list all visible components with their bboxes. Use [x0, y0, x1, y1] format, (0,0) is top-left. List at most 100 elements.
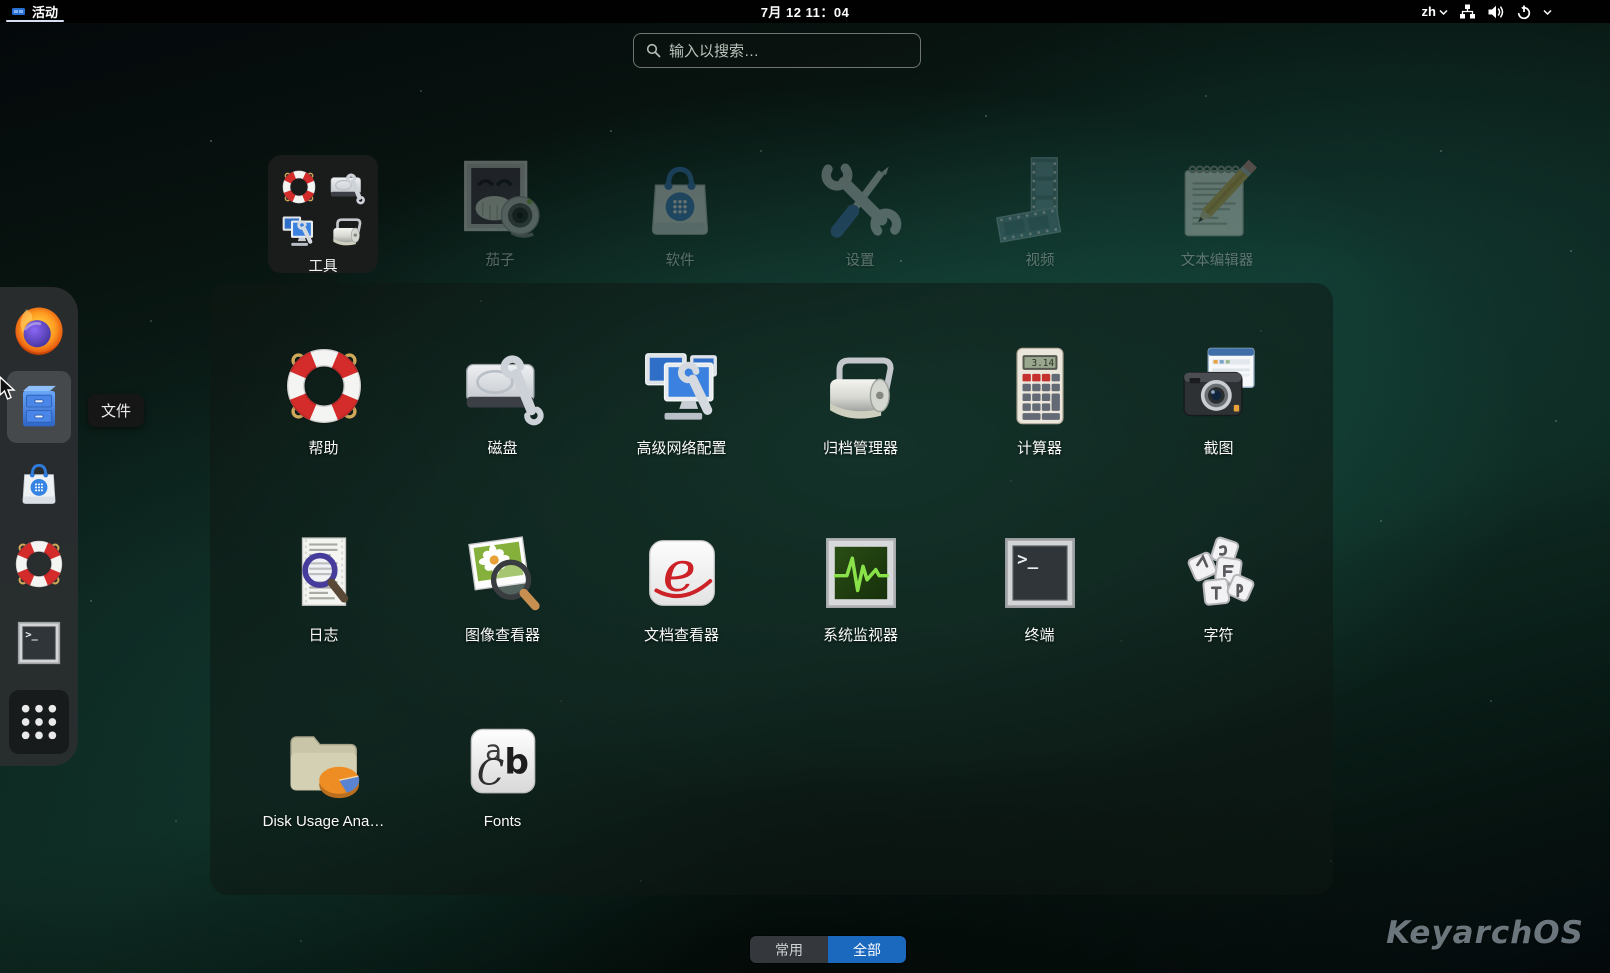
software-bag-icon	[651, 166, 709, 235]
activities-label: 活动	[32, 5, 59, 20]
heartbeat-monitor-icon	[825, 538, 896, 608]
show-apps-grid-icon	[21, 704, 57, 740]
app-disk-usage-analyzer[interactable]: Disk Usage Ana…	[234, 717, 413, 832]
app-label: 文本编辑器	[1180, 253, 1254, 269]
frequent-apps-button[interactable]: 常用	[750, 936, 828, 963]
app-label: 图像查看器	[464, 627, 540, 644]
files-cabinet-icon	[22, 385, 56, 427]
dock-show-apps[interactable]	[9, 690, 69, 754]
lifebuoy-icon	[282, 170, 316, 204]
lifebuoy-icon	[14, 539, 64, 589]
evince-e-icon: e	[648, 539, 715, 606]
app-label: 系统监视器	[822, 627, 898, 644]
lifebuoy-icon	[285, 347, 362, 425]
clock[interactable]: 7月 12 11：04	[761, 0, 850, 23]
app-label: 帮助	[308, 440, 339, 457]
app-archive-manager[interactable]: 归档管理器	[771, 343, 950, 458]
app-label: 高级网络配置	[636, 440, 727, 457]
app-disks[interactable]: 磁盘	[413, 343, 592, 458]
activities-active-indicator	[6, 20, 64, 22]
search-placeholder: 输入以搜索…	[669, 43, 760, 60]
power-icon[interactable]	[1516, 4, 1532, 20]
svg-text:>_: >_	[1017, 550, 1039, 570]
system-status-area: zh	[1422, 0, 1552, 23]
app-advanced-network-config[interactable]: 高级网络配置	[592, 343, 771, 458]
activities-button[interactable]: 活动	[4, 0, 66, 23]
folder-piechart-icon	[289, 736, 359, 799]
cheese-webcam-icon	[464, 160, 540, 238]
app-characters[interactable]: 字符	[1129, 530, 1308, 645]
app-label: Fonts	[483, 813, 522, 830]
search-icon	[646, 43, 661, 58]
app-software[interactable]: 软件	[610, 155, 750, 271]
svg-text:C: C	[476, 752, 503, 793]
app-label: 茄子	[485, 253, 515, 269]
app-label: 文档查看器	[643, 627, 719, 644]
app-logs[interactable]: 日志	[234, 530, 413, 645]
svg-text:>_: >_	[25, 629, 38, 641]
app-label: 设置	[845, 253, 875, 269]
app-label: 归档管理器	[822, 440, 898, 457]
folder-popup-panel: 帮助 磁盘 高级网络配置 归档管理器 3.14 计算器 截图 日志 图像查看器 …	[210, 271, 1333, 895]
dock-terminal[interactable]: >_	[13, 617, 65, 669]
app-fonts[interactable]: a b C Fonts	[413, 717, 592, 832]
archive-roller-icon	[333, 218, 362, 246]
dock-tooltip: 文件	[88, 394, 145, 427]
terminal-icon: >_	[1004, 538, 1075, 608]
input-method-label: zh	[1421, 4, 1436, 19]
input-method-menu[interactable]: zh	[1422, 4, 1448, 19]
app-label: 视频	[1025, 253, 1055, 269]
photo-magnifier-icon	[467, 536, 540, 611]
software-bag-icon	[22, 463, 56, 504]
desktop: 活动 7月 12 11：04 zh 输入以搜索… 工具 茄子 软件 设置 视频 …	[0, 0, 1610, 973]
dock-firefox[interactable]	[10, 302, 68, 360]
terminal-icon: >_	[17, 621, 61, 665]
app-text-editor[interactable]: 文本编辑器	[1147, 155, 1287, 271]
svg-text:3.14: 3.14	[1031, 358, 1054, 369]
app-label: 字符	[1203, 627, 1234, 644]
app-terminal[interactable]: >_ 终端	[950, 530, 1129, 645]
dash-dock: >_	[0, 287, 78, 766]
disk-wrench-icon	[330, 173, 365, 205]
network-monitors-icon	[282, 216, 313, 246]
app-view-switcher: 常用 全部	[750, 936, 906, 963]
keycaps-icon	[1187, 536, 1254, 606]
text-editor-notepad-icon	[1184, 159, 1258, 237]
camera-window-icon	[1182, 347, 1255, 417]
distro-logo-icon	[12, 8, 25, 15]
folder-label: 工具	[308, 259, 338, 275]
app-help[interactable]: 帮助	[234, 343, 413, 458]
app-calculator[interactable]: 3.14 计算器	[950, 343, 1129, 458]
app-label: 截图	[1203, 440, 1234, 457]
app-cheese[interactable]: 茄子	[430, 155, 570, 271]
app-document-viewer[interactable]: e 文档查看器	[592, 530, 771, 645]
folder-app-grid: 帮助 磁盘 高级网络配置 归档管理器 3.14 计算器 截图 日志 图像查看器 …	[210, 283, 1333, 832]
document-magnifier-icon	[301, 537, 348, 606]
all-apps-button[interactable]: 全部	[828, 936, 906, 963]
search-input[interactable]: 输入以搜索…	[633, 33, 921, 68]
mouse-cursor	[0, 376, 16, 400]
app-image-viewer[interactable]: 图像查看器	[413, 530, 592, 645]
calculator-icon: 3.14	[1015, 347, 1064, 425]
svg-text:b: b	[504, 742, 529, 782]
fonts-abc-icon: a b C	[470, 728, 535, 793]
app-label: 磁盘	[487, 440, 518, 457]
app-videos[interactable]: 视频	[970, 155, 1110, 271]
app-label: 软件	[665, 253, 695, 269]
app-label: 终端	[1024, 627, 1055, 644]
top-bar: 活动 7月 12 11：04 zh	[0, 0, 1610, 23]
app-label: Disk Usage Ana…	[262, 813, 385, 830]
dock-help[interactable]	[12, 537, 66, 591]
os-watermark: KeyarchOS	[1386, 915, 1584, 951]
volume-icon[interactable]	[1487, 4, 1505, 20]
dock-software[interactable]	[12, 457, 66, 511]
network-wired-icon[interactable]	[1459, 3, 1476, 20]
app-settings[interactable]: 设置	[790, 155, 930, 271]
chevron-down-icon[interactable]	[1543, 8, 1552, 16]
videos-filmstrip-icon	[995, 157, 1062, 243]
app-folder-tools[interactable]: 工具	[268, 155, 378, 275]
app-system-monitor[interactable]: 系统监视器	[771, 530, 950, 645]
folder-mini-icons	[280, 168, 366, 250]
app-screenshot[interactable]: 截图	[1129, 343, 1308, 458]
chevron-down-icon	[1439, 9, 1448, 15]
